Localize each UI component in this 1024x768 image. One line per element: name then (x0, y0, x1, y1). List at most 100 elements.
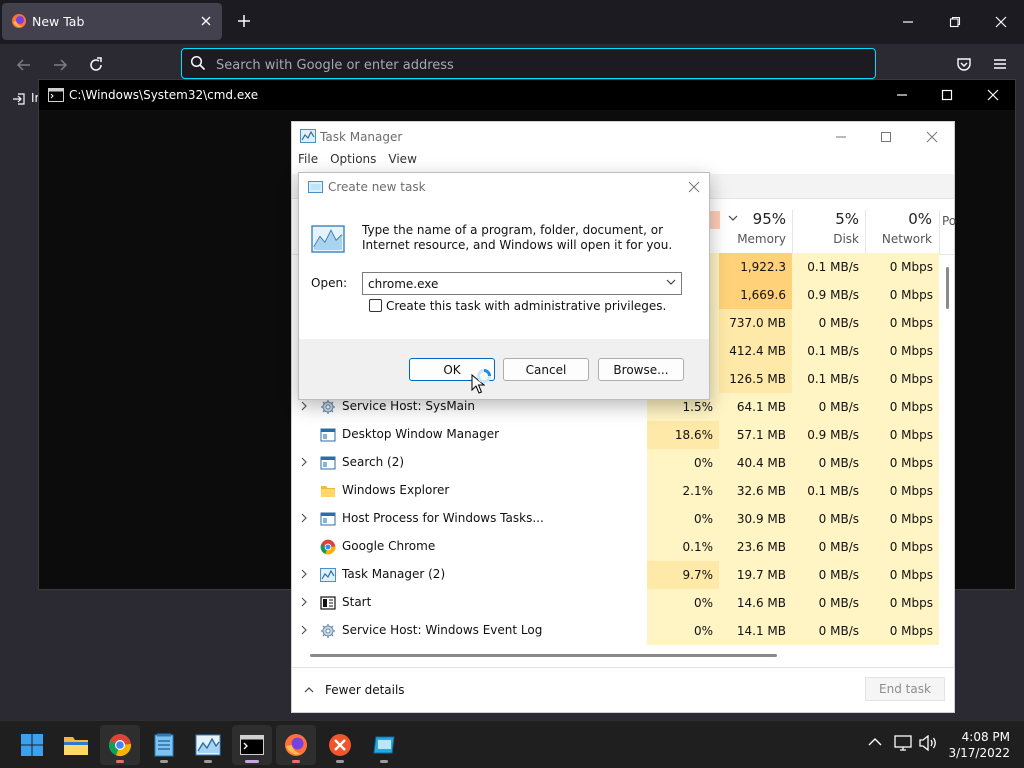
tm-footer: Fewer details End task (292, 667, 954, 713)
menu-file[interactable]: File (298, 152, 318, 166)
admin-privileges-checkbox[interactable] (369, 299, 382, 312)
cell-cpu: 0% (647, 617, 719, 645)
reload-icon[interactable] (88, 57, 104, 73)
tm-close-button[interactable] (909, 122, 955, 152)
table-row[interactable]: Host Process for Windows Tasks... 0% 30.9 … (292, 505, 954, 533)
hamburger-menu-icon[interactable] (992, 56, 1008, 72)
column-network[interactable]: 0% Network (868, 210, 932, 256)
dialog-description: Type the name of a program, folder, docu… (362, 223, 673, 252)
table-row[interactable]: Task Manager (2) 9.7% 19.7 MB 0 MB/s 0 Mbps (292, 561, 954, 589)
column-disk[interactable]: 5% Disk (795, 210, 859, 256)
task-manager-title: Task Manager (320, 130, 403, 144)
cell-mem: 30.9 MB (719, 505, 792, 533)
menu-view[interactable]: View (388, 152, 416, 166)
chevron-right-icon[interactable] (300, 596, 308, 608)
network-icon[interactable] (894, 735, 912, 751)
horizontal-scrollbar[interactable] (310, 654, 777, 657)
chevron-up-icon[interactable] (868, 737, 882, 747)
address-bar[interactable] (181, 48, 876, 79)
divider (865, 210, 866, 254)
open-input[interactable] (368, 275, 658, 292)
running-indicator (292, 760, 300, 763)
taskbar-file-explorer[interactable] (56, 725, 96, 765)
menu-options[interactable]: Options (330, 152, 376, 166)
taskbar-notepad[interactable] (144, 725, 184, 765)
cmd-title-bar[interactable]: C:\Windows\System32\cmd.exe (39, 80, 1015, 110)
pocket-icon[interactable] (956, 56, 972, 72)
cell-disk: 0 MB/s (792, 505, 865, 533)
cell-disk: 0.1 MB/s (792, 337, 865, 365)
cmd-close-button[interactable] (970, 80, 1016, 110)
divider (939, 210, 940, 254)
taskbar-firefox[interactable] (276, 725, 316, 765)
forward-arrow-icon[interactable] (52, 57, 68, 73)
task-manager-graph-icon (311, 225, 345, 253)
xampp-icon (328, 733, 352, 757)
chrome-icon (320, 539, 336, 555)
cell-disk: 0 MB/s (792, 617, 865, 645)
chevron-down-icon[interactable] (666, 279, 676, 287)
taskbar-virtualbox[interactable] (364, 725, 404, 765)
cell-disk: 0 MB/s (792, 561, 865, 589)
cell-cpu: 0% (647, 589, 719, 617)
minimize-button[interactable] (885, 0, 931, 44)
cell-net: 0 Mbps (865, 421, 939, 449)
table-row[interactable]: Google Chrome 0.1% 23.6 MB 0 MB/s 0 Mbps (292, 533, 954, 561)
process-name: Service Host: SysMain (342, 399, 475, 413)
vertical-scrollbar[interactable] (946, 267, 949, 309)
gear-icon (320, 623, 336, 639)
create-new-task-dialog: Create new task Type the name of a progr… (298, 172, 710, 400)
volume-icon[interactable] (918, 735, 938, 751)
cell-cpu: 2.1% (647, 477, 719, 505)
chevron-right-icon[interactable] (300, 512, 308, 524)
chevron-right-icon[interactable] (300, 624, 308, 636)
url-input[interactable] (214, 55, 818, 75)
tm-maximize-button[interactable] (863, 122, 909, 152)
cell-mem: 14.6 MB (719, 589, 792, 617)
fewer-details-link[interactable]: Fewer details (325, 683, 405, 697)
chevron-up-icon[interactable] (304, 685, 314, 693)
cancel-button[interactable]: Cancel (503, 358, 589, 381)
running-indicator (204, 760, 212, 763)
firefox-icon (284, 733, 308, 757)
back-arrow-icon[interactable] (16, 57, 32, 73)
tab-new-tab[interactable]: New Tab (2, 3, 222, 40)
table-row[interactable]: Start 0% 14.6 MB 0 MB/s 0 Mbps (292, 589, 954, 617)
end-task-button[interactable]: End task (865, 677, 945, 701)
chevron-right-icon[interactable] (300, 456, 308, 468)
start-button[interactable] (12, 725, 52, 765)
table-row[interactable]: Windows Explorer 2.1% 32.6 MB 0.1 MB/s 0 Mbp… (292, 477, 954, 505)
chevron-right-icon[interactable] (300, 568, 308, 580)
admin-privileges-label[interactable]: Create this task with administrative pri… (386, 299, 666, 313)
restore-button[interactable] (932, 0, 978, 44)
run-dialog-icon (308, 181, 323, 193)
cmd-maximize-button[interactable] (924, 80, 970, 110)
cell-mem: 32.6 MB (719, 477, 792, 505)
virtualbox-icon (372, 735, 396, 755)
new-tab-plus-icon[interactable] (236, 13, 252, 29)
taskbar-terminal[interactable] (232, 725, 272, 765)
open-combobox[interactable] (362, 272, 682, 295)
table-row[interactable]: Desktop Window Manager 18.6% 57.1 MB 0.9 MB… (292, 421, 954, 449)
column-memory[interactable]: 95% Memory (722, 210, 786, 256)
window-icon (320, 427, 336, 443)
dialog-close-icon[interactable] (688, 181, 700, 193)
table-row[interactable]: Service Host: Windows Event Log 0% 14.1 MB… (292, 617, 954, 645)
tm-minimize-button[interactable] (818, 122, 864, 152)
taskbar-chrome[interactable] (100, 725, 140, 765)
cell-mem: 64.1 MB (719, 393, 792, 421)
import-bookmarks-icon[interactable] (12, 92, 26, 106)
column-power[interactable]: Po (942, 210, 962, 256)
browse-button[interactable]: Browse... (598, 358, 684, 381)
window-icon (320, 511, 336, 527)
chevron-right-icon[interactable] (300, 400, 308, 412)
close-tab-icon[interactable] (200, 15, 212, 27)
taskbar-task-manager[interactable] (188, 725, 228, 765)
cmd-minimize-button[interactable] (879, 80, 925, 110)
system-clock[interactable]: 4:08 PM 3/17/2022 (940, 729, 1010, 761)
cell-disk: 0 MB/s (792, 533, 865, 561)
taskbar-xampp[interactable] (320, 725, 360, 765)
table-row[interactable]: Search (2) 0% 40.4 MB 0 MB/s 0 Mbps (292, 449, 954, 477)
close-window-button[interactable] (978, 0, 1024, 44)
cell-mem: 57.1 MB (719, 421, 792, 449)
